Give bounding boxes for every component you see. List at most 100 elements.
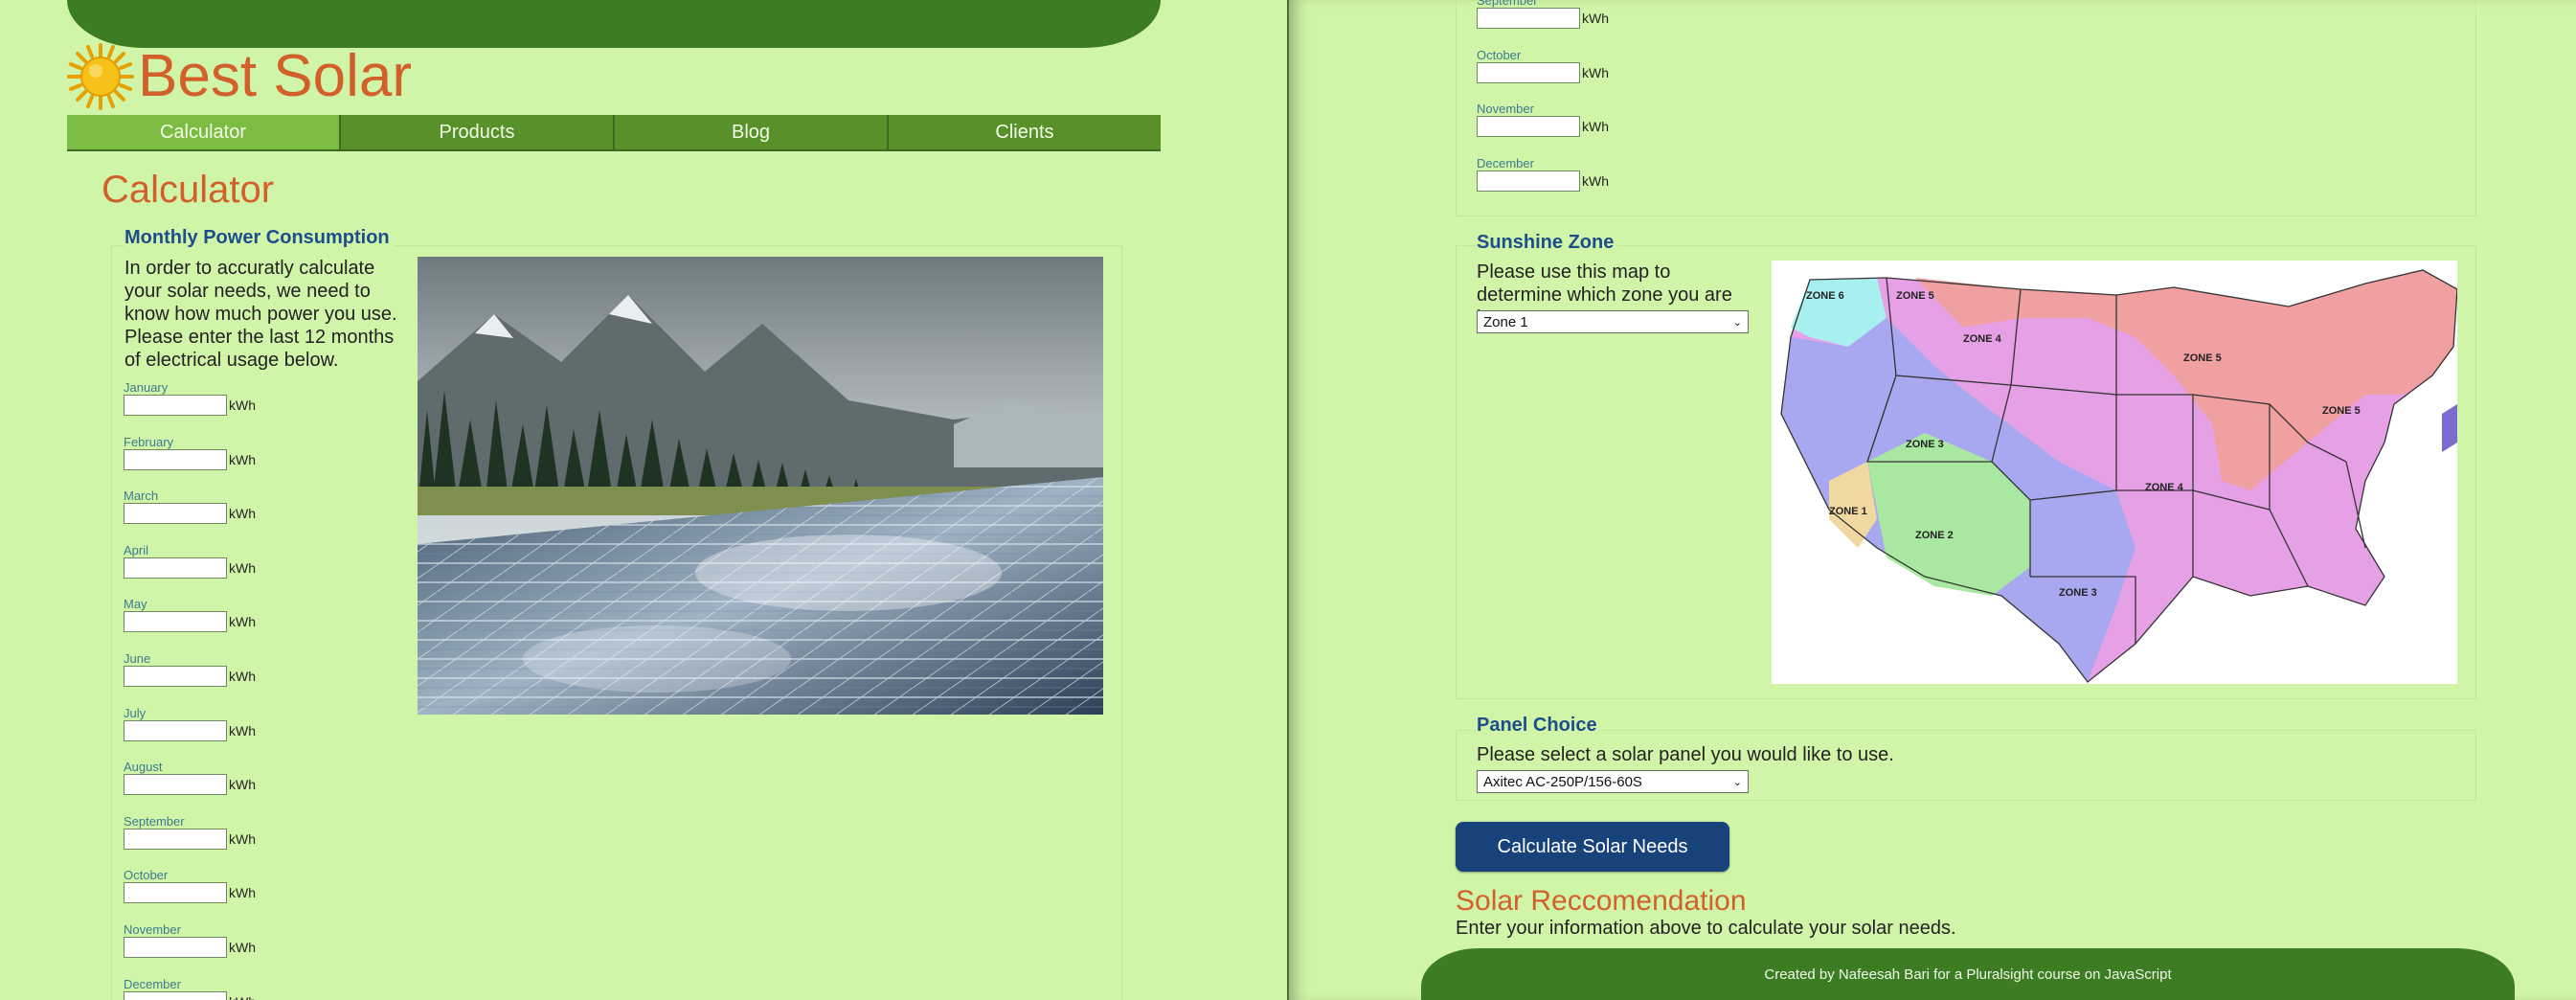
kwh-unit-label: kWh — [229, 994, 256, 1000]
month-field-1: February kWh — [124, 434, 256, 470]
nav-item-products[interactable]: Products — [341, 115, 615, 149]
month-input[interactable] — [124, 666, 227, 687]
footer-text: Created by Nafeesah Bari for a Pluralsig… — [1764, 966, 2172, 983]
month-label: April — [124, 542, 149, 557]
map-label-zone3-north: ZONE 3 — [1906, 439, 1944, 450]
month-label: March — [124, 489, 159, 504]
month-label: November — [124, 922, 181, 937]
nav-item-blog[interactable]: Blog — [615, 115, 889, 149]
month-input[interactable] — [1477, 8, 1580, 29]
month-input[interactable] — [124, 828, 227, 850]
zone-select[interactable]: Zone 1 ⌄ — [1477, 310, 1749, 333]
month-field-7: August kWh — [124, 760, 256, 796]
panel-description: Please select a solar panel you would li… — [1477, 744, 1894, 765]
month-field-9: October kWh — [1477, 47, 1609, 83]
map-label-zone4-north: ZONE 4 — [1963, 333, 2002, 345]
month-label: October — [124, 868, 169, 883]
kwh-unit-label: kWh — [229, 559, 256, 576]
month-label: June — [124, 651, 151, 666]
map-label-zone2: ZONE 2 — [1915, 530, 1954, 541]
month-input[interactable] — [124, 719, 227, 741]
month-label: December — [1477, 155, 1534, 170]
month-field-10: November kWh — [124, 923, 256, 958]
calculate-button[interactable]: Calculate Solar Needs — [1456, 822, 1729, 872]
result-title: Solar Reccomendation — [1456, 885, 1747, 917]
panel-select-value: Axitec AC-250P/156-60S — [1483, 773, 1642, 790]
month-input[interactable] — [1477, 61, 1580, 83]
kwh-unit-label: kWh — [1582, 64, 1609, 80]
footer: Created by Nafeesah Bari for a Pluralsig… — [1421, 948, 2515, 1000]
brand-name: Best Solar — [138, 43, 413, 109]
kwh-unit-label: kWh — [1582, 119, 1609, 135]
month-input[interactable] — [124, 395, 227, 416]
sunshine-zone-map: ZONE 6 ZONE 5 ZONE 4 ZONE 5 ZONE 5 ZONE … — [1772, 261, 2457, 684]
month-label: September — [124, 813, 185, 829]
sun-icon — [67, 43, 134, 110]
kwh-unit-label: kWh — [229, 722, 256, 739]
right-pane[interactable]: September kWh October kWh November kWh Decembe… — [1287, 0, 2576, 1000]
month-input[interactable] — [1477, 116, 1580, 138]
month-label: September — [1477, 0, 1538, 8]
month-field-0: January kWh — [124, 381, 256, 416]
power-description: In order to accuratly calculate your sol… — [124, 258, 397, 371]
map-label-zone5-west: ZONE 5 — [1896, 290, 1934, 302]
zone-section-title: Sunshine Zone — [1477, 232, 1618, 254]
chevron-down-icon: ⌄ — [1732, 776, 1742, 788]
month-field-8: September kWh — [1477, 0, 1609, 29]
month-input[interactable] — [124, 937, 227, 958]
map-label-zone5-east: ZONE 5 — [2322, 405, 2361, 417]
brand[interactable]: Best Solar — [67, 42, 412, 111]
kwh-unit-label: kWh — [1582, 11, 1609, 26]
month-label: December — [124, 976, 181, 991]
page-title: Calculator — [102, 169, 275, 211]
month-label: November — [1477, 102, 1534, 117]
panel-select[interactable]: Axitec AC-250P/156-60S ⌄ — [1477, 770, 1749, 793]
kwh-unit-label: kWh — [229, 614, 256, 630]
map-label-zone4-south: ZONE 4 — [2145, 482, 2184, 493]
map-label-zone6: ZONE 6 — [1806, 290, 1844, 302]
kwh-unit-label: kWh — [229, 940, 256, 955]
month-field-4: May kWh — [124, 597, 256, 633]
month-field-9: October kWh — [124, 868, 256, 904]
month-label: February — [124, 434, 174, 449]
month-field-11: December kWh — [124, 976, 256, 1000]
month-label: January — [124, 380, 169, 395]
month-input[interactable] — [124, 611, 227, 633]
month-field-2: March kWh — [124, 489, 256, 525]
month-label: May — [124, 597, 147, 612]
map-label-zone3-south: ZONE 3 — [2059, 587, 2097, 599]
left-pane[interactable]: Best Solar Calculator Products Blog Clie… — [0, 0, 1287, 1000]
kwh-unit-label: kWh — [229, 451, 256, 467]
chevron-down-icon: ⌄ — [1732, 316, 1742, 329]
month-input[interactable] — [124, 882, 227, 904]
month-input[interactable] — [124, 774, 227, 796]
month-field-11: December kWh — [1477, 155, 1609, 192]
month-input[interactable] — [1477, 170, 1580, 192]
month-label: October — [1477, 47, 1522, 62]
month-field-5: June kWh — [124, 652, 256, 687]
nav-item-clients[interactable]: Clients — [889, 115, 1161, 149]
month-label: August — [124, 760, 163, 775]
kwh-unit-label: kWh — [229, 398, 256, 413]
kwh-unit-label: kWh — [229, 669, 256, 684]
header-bar — [67, 0, 1161, 48]
month-input[interactable] — [124, 448, 227, 470]
zone-select-value: Zone 1 — [1483, 313, 1528, 330]
kwh-unit-label: kWh — [229, 885, 256, 901]
kwh-unit-label: kWh — [1582, 172, 1609, 189]
nav-item-calculator[interactable]: Calculator — [67, 115, 341, 149]
kwh-unit-label: kWh — [229, 830, 256, 847]
month-field-10: November kWh — [1477, 102, 1609, 138]
month-input[interactable] — [124, 503, 227, 525]
month-input[interactable] — [124, 557, 227, 579]
month-field-3: April kWh — [124, 542, 256, 579]
kwh-unit-label: kWh — [229, 777, 256, 793]
month-field-6: July kWh — [124, 705, 256, 741]
kwh-unit-label: kWh — [229, 506, 256, 522]
month-label: July — [124, 705, 147, 720]
month-field-8: September kWh — [124, 813, 256, 850]
main-nav: Calculator Products Blog Clients — [67, 115, 1161, 151]
map-label-zone1: ZONE 1 — [1829, 506, 1867, 517]
solar-panels-photo — [418, 257, 1103, 715]
month-input[interactable] — [124, 990, 227, 1000]
